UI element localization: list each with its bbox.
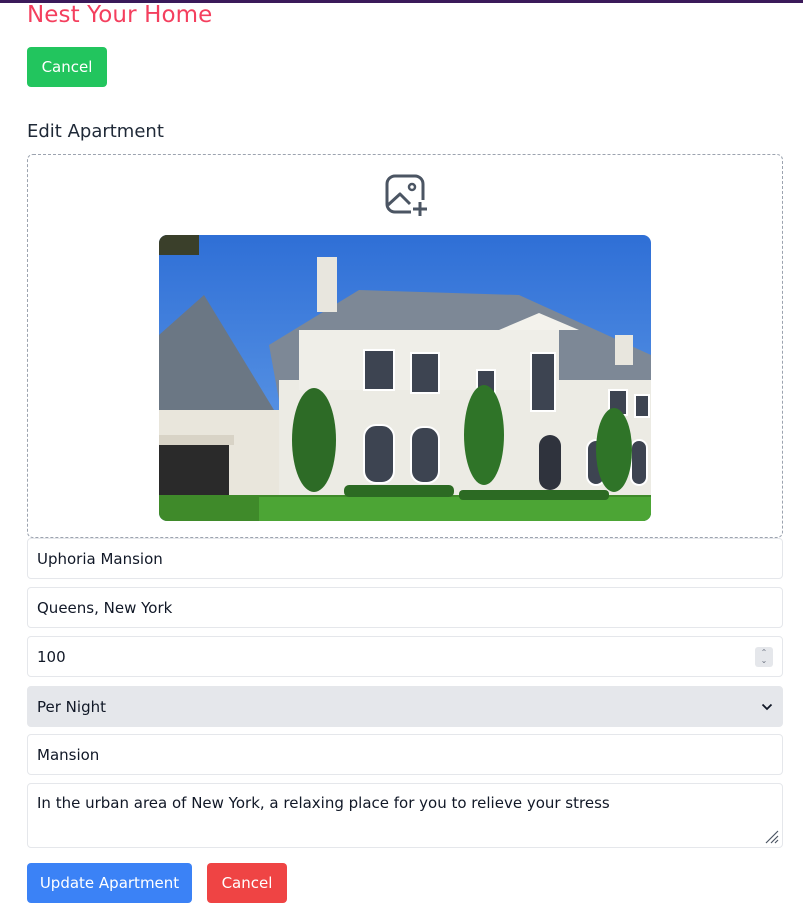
apartment-name-value: Uphoria Mansion — [37, 549, 163, 568]
resize-handle-icon[interactable] — [763, 828, 779, 844]
cancel-button[interactable]: Cancel — [27, 47, 107, 87]
description-value: In the urban area of New York, a relaxin… — [37, 794, 610, 812]
description-textarea[interactable]: In the urban area of New York, a relaxin… — [27, 783, 783, 848]
apartment-name-input[interactable]: Uphoria Mansion — [27, 538, 783, 579]
price-value: 100 — [37, 647, 66, 666]
location-value: Queens, New York — [37, 598, 173, 617]
chevron-down-icon — [761, 703, 773, 710]
page-title: Edit Apartment — [27, 121, 164, 142]
chevron-down-icon[interactable]: ⌄ — [761, 656, 768, 665]
form-cancel-button[interactable]: Cancel — [207, 863, 287, 903]
apartment-type-value: Mansion — [37, 745, 100, 764]
image-add-icon[interactable] — [384, 173, 428, 217]
brand-title[interactable]: Nest Your Home — [27, 2, 212, 28]
price-unit-select[interactable]: Per Night — [27, 686, 783, 727]
update-apartment-button[interactable]: Update Apartment — [27, 863, 192, 903]
price-stepper[interactable]: ⌃ ⌄ — [755, 646, 773, 667]
price-input[interactable]: 100 ⌃ ⌄ — [27, 636, 783, 677]
price-unit-value: Per Night — [37, 697, 106, 716]
mansion-photo — [159, 235, 651, 521]
image-dropzone[interactable] — [27, 154, 783, 538]
apartment-type-input[interactable]: Mansion — [27, 734, 783, 775]
location-input[interactable]: Queens, New York — [27, 587, 783, 628]
